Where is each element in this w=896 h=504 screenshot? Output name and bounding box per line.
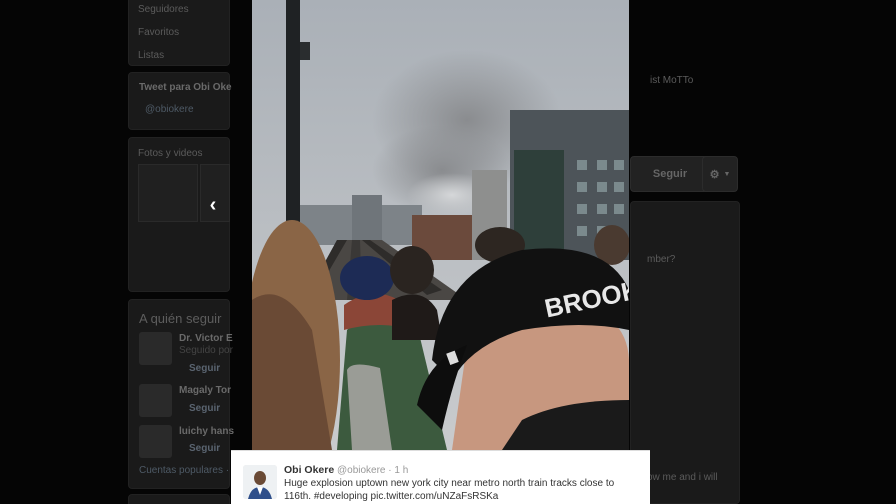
who-to-follow-footer[interactable]: Cuentas populares · En <box>139 465 244 476</box>
tweet-to-input[interactable]: @obiokere <box>145 104 194 115</box>
avatar[interactable] <box>139 425 172 458</box>
follow-profile-button[interactable]: Seguir <box>630 156 710 192</box>
tweet-to-card: Tweet para Obi Oke @obiokere <box>128 72 232 130</box>
twitter-photo-lightbox: Seguidores Favoritos Listas Tweet para O… <box>0 0 896 504</box>
tweet-text-line: Huge explosion uptown new york city near… <box>284 478 615 489</box>
trends-card <box>128 494 230 504</box>
nav-followers[interactable]: Seguidores <box>138 4 189 15</box>
gear-menu-button[interactable]: ⚙ ▼ <box>702 156 738 192</box>
profile-nav-card: Seguidores Favoritos Listas <box>128 0 230 66</box>
tweet-photo[interactable]: BROOKLYN <box>252 0 629 450</box>
suggested-user-name[interactable]: Dr. Victor E <box>179 333 233 344</box>
follow-button[interactable]: Seguir <box>189 443 220 454</box>
tweet-text-line[interactable]: 116th. #developing pic.twitter.com/uNZaF… <box>284 490 639 503</box>
timeline-text: ow me and i will <box>647 472 718 483</box>
tweet-header: Obi Okere @obiokere · 1 h <box>284 464 408 476</box>
tweet-card: Obi Okere @obiokere · 1 h Huge explosion… <box>231 450 650 504</box>
tweet-text: Huge explosion uptown new york city near… <box>284 477 639 503</box>
avatar[interactable] <box>139 332 172 365</box>
follow-button[interactable]: Seguir <box>189 403 220 414</box>
follow-profile-label: Seguir <box>652 168 688 180</box>
media-thumbnail[interactable] <box>138 164 198 222</box>
previous-photo-button[interactable]: ‹ <box>200 188 226 222</box>
tweet-to-title: Tweet para Obi Oke <box>139 82 232 93</box>
explosion-scene-image: BROOKLYN <box>252 0 629 450</box>
tweet-timestamp[interactable]: 1 h <box>394 465 408 476</box>
tweet-author-handle[interactable]: @obiokere <box>337 465 386 476</box>
suggested-user-sub: Seguido por <box>179 345 233 356</box>
timeline-text: mber? <box>647 254 676 265</box>
follow-button[interactable]: Seguir <box>189 363 220 374</box>
tweet-separator: · <box>388 465 392 476</box>
who-to-follow-card: A quién seguir Dr. Victor E Seguido por … <box>128 299 244 489</box>
gear-icon: ⚙ <box>709 168 720 181</box>
nav-lists[interactable]: Listas <box>138 50 164 61</box>
who-to-follow-title: A quién seguir <box>139 311 222 326</box>
chevron-down-icon: ▼ <box>723 170 731 178</box>
suggested-user-name[interactable]: luichy hans <box>179 426 234 437</box>
avatar[interactable] <box>139 384 172 417</box>
tweet-author-name[interactable]: Obi Okere <box>284 464 334 476</box>
media-title: Fotos y videos <box>138 148 203 159</box>
suggested-user-name[interactable]: Magaly Tor <box>179 385 231 396</box>
nav-favorites[interactable]: Favoritos <box>138 27 179 38</box>
profile-bio-fragment: ist MoTTo <box>650 75 694 86</box>
chevron-left-icon: ‹ <box>209 193 217 216</box>
avatar[interactable] <box>243 465 277 499</box>
